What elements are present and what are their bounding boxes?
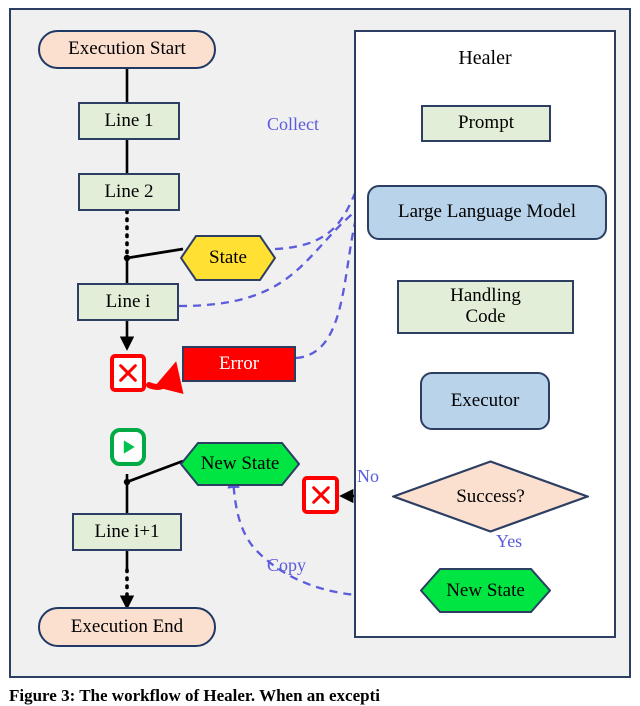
node-new-state-healer[interactable]: New State <box>420 568 551 613</box>
figure-caption: Figure 3: The workflow of Healer. When a… <box>9 686 380 705</box>
node-execution-start[interactable]: Execution Start <box>38 30 216 69</box>
node-execution-end[interactable]: Execution End <box>38 607 216 647</box>
node-prompt[interactable]: Prompt <box>421 105 551 142</box>
figure-frame: Healer Execution Start Line 1 Line 2 Sta… <box>9 8 631 678</box>
node-label: Error <box>218 352 260 374</box>
node-label: State <box>209 247 247 268</box>
node-error[interactable]: Error <box>182 346 296 382</box>
x-mark-icon <box>110 354 146 392</box>
node-label: Line i <box>105 290 151 312</box>
node-label: Execution Start <box>68 38 186 60</box>
node-label: Prompt <box>458 112 514 134</box>
x-glyph <box>119 364 137 382</box>
node-executor[interactable]: Executor <box>420 372 550 430</box>
node-label: Large Language Model <box>398 201 576 223</box>
node-large-language-model[interactable]: Large Language Model <box>367 185 607 240</box>
node-label: Line i+1 <box>94 520 160 542</box>
x-glyph <box>311 486 330 504</box>
node-new-state-left[interactable]: New State <box>180 442 300 486</box>
node-label: New State <box>446 579 525 601</box>
node-label: Executor <box>450 389 520 411</box>
node-label: Line 2 <box>104 180 154 202</box>
node-label: Success? <box>456 485 525 507</box>
node-line-i[interactable]: Line i <box>77 283 179 321</box>
node-label-line1: Handling <box>450 285 521 307</box>
node-label-line2: Code <box>465 306 506 327</box>
x-mark-icon-retry <box>302 476 339 514</box>
healer-title: Healer <box>458 47 512 69</box>
node-label: New State <box>200 453 280 474</box>
branch-label-yes: Yes <box>496 531 523 551</box>
play-icon <box>110 428 146 466</box>
play-glyph <box>123 440 135 454</box>
node-line-i-plus-1[interactable]: Line i+1 <box>72 513 182 551</box>
branch-label-no: No <box>357 466 379 486</box>
edge-label-collect: Collect <box>267 114 319 134</box>
node-handling-code[interactable]: Handling Code <box>397 280 574 334</box>
node-label: Execution End <box>70 615 184 637</box>
node-line-2[interactable]: Line 2 <box>78 173 180 211</box>
node-label: Line 1 <box>104 109 154 131</box>
node-state[interactable]: State <box>180 235 276 281</box>
node-line-1[interactable]: Line 1 <box>78 102 180 140</box>
node-success[interactable]: Success? <box>392 460 589 533</box>
edge-label-copy: Copy <box>267 555 307 575</box>
